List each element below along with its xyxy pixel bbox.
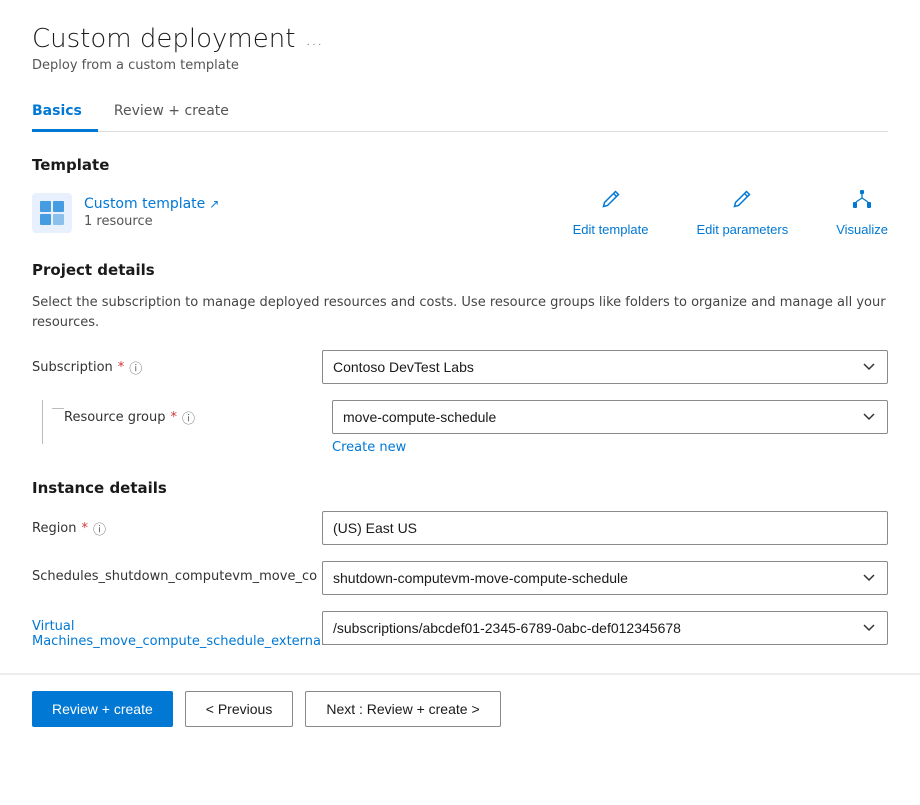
instance-details-title: Instance details: [32, 479, 888, 497]
resource-group-info-icon[interactable]: ⓘ: [182, 408, 195, 427]
region-label: Region * ⓘ: [32, 511, 322, 538]
schedules-row: Schedules_shutdown_computevm_move_co shu…: [32, 561, 888, 595]
subscription-select-wrapper: Contoso DevTest Labs: [322, 350, 888, 384]
resource-group-required: *: [171, 410, 178, 425]
template-row: Custom template ↗ 1 resource Edit templa…: [32, 188, 888, 237]
review-create-button[interactable]: Review + create: [32, 691, 173, 727]
schedules-select[interactable]: shutdown-computevm-move-compute-schedule: [322, 561, 888, 595]
tab-basics[interactable]: Basics: [32, 93, 98, 132]
visualize-icon: [851, 188, 873, 216]
template-icon: [32, 193, 72, 233]
next-button[interactable]: Next : Review + create >: [305, 691, 500, 727]
subscription-select[interactable]: Contoso DevTest Labs: [322, 350, 888, 384]
subscription-row: Subscription * ⓘ Contoso DevTest Labs: [32, 350, 888, 384]
virtual-machines-control: /subscriptions/abcdef01-2345-6789-0abc-d…: [322, 611, 888, 645]
subscription-required: *: [118, 360, 125, 375]
virtual-machines-select-wrapper: /subscriptions/abcdef01-2345-6789-0abc-d…: [322, 611, 888, 645]
template-actions: Edit template Edit parameters: [573, 188, 888, 237]
project-details-section: Project details Select the subscription …: [32, 261, 888, 455]
template-details: Custom template ↗ 1 resource: [84, 196, 219, 229]
template-section: Template Custom template ↗ 1 re: [32, 156, 888, 237]
template-name-link[interactable]: Custom template ↗: [84, 196, 219, 212]
page-header: Custom deployment ... Deploy from a cust…: [32, 24, 888, 73]
tab-review-create[interactable]: Review + create: [114, 93, 245, 132]
region-control: [322, 511, 888, 545]
resource-group-label: Resource group * ⓘ: [64, 400, 332, 427]
region-info-icon[interactable]: ⓘ: [93, 519, 106, 538]
footer: Review + create < Previous Next : Review…: [0, 674, 920, 743]
virtual-machines-row: Virtual Machines_move_compute_schedule_e…: [32, 611, 888, 649]
project-details-title: Project details: [32, 261, 888, 279]
schedules-select-wrapper: shutdown-computevm-move-compute-schedule: [322, 561, 888, 595]
indent-decorator: [32, 400, 52, 444]
indent-horizontal: [52, 408, 64, 409]
title-text: Custom deployment: [32, 24, 295, 54]
subscription-info-icon[interactable]: ⓘ: [129, 358, 142, 377]
visualize-button[interactable]: Visualize: [836, 188, 888, 237]
virtual-machines-label: Virtual Machines_move_compute_schedule_e…: [32, 611, 322, 649]
edit-template-button[interactable]: Edit template: [573, 188, 649, 237]
external-link-icon: ↗: [209, 197, 219, 211]
virtual-machines-select[interactable]: /subscriptions/abcdef01-2345-6789-0abc-d…: [322, 611, 888, 645]
create-new-link[interactable]: Create new: [332, 440, 888, 455]
resource-group-indent-row: [52, 400, 64, 409]
resource-group-select[interactable]: move-compute-schedule: [332, 400, 888, 434]
subscription-control: Contoso DevTest Labs: [322, 350, 888, 384]
resource-count: 1 resource: [84, 214, 219, 229]
edit-parameters-icon: [731, 188, 753, 216]
previous-button[interactable]: < Previous: [185, 691, 294, 727]
subscription-label: Subscription * ⓘ: [32, 350, 322, 377]
project-details-description: Select the subscription to manage deploy…: [32, 293, 888, 332]
resource-group-select-wrapper: move-compute-schedule: [332, 400, 888, 434]
tab-bar: Basics Review + create: [32, 93, 888, 132]
resource-group-control: move-compute-schedule Create new: [332, 400, 888, 455]
edit-parameters-button[interactable]: Edit parameters: [696, 188, 788, 237]
region-input[interactable]: [322, 511, 888, 545]
schedules-label: Schedules_shutdown_computevm_move_co: [32, 561, 322, 584]
region-row: Region * ⓘ: [32, 511, 888, 545]
resource-group-inner: Resource group * ⓘ move-compute-schedule…: [52, 400, 888, 455]
template-section-title: Template: [32, 156, 888, 174]
ellipsis-menu[interactable]: ...: [305, 29, 322, 50]
indent-line: [42, 400, 43, 444]
edit-template-icon: [600, 188, 622, 216]
instance-details-section: Instance details Region * ⓘ Schedules_sh…: [32, 479, 888, 649]
template-info: Custom template ↗ 1 resource: [32, 193, 219, 233]
region-required: *: [82, 521, 89, 536]
schedules-control: shutdown-computevm-move-compute-schedule: [322, 561, 888, 595]
page-subtitle: Deploy from a custom template: [32, 58, 888, 73]
resource-group-row: Resource group * ⓘ move-compute-schedule…: [32, 400, 888, 455]
page-title: Custom deployment ...: [32, 24, 888, 54]
